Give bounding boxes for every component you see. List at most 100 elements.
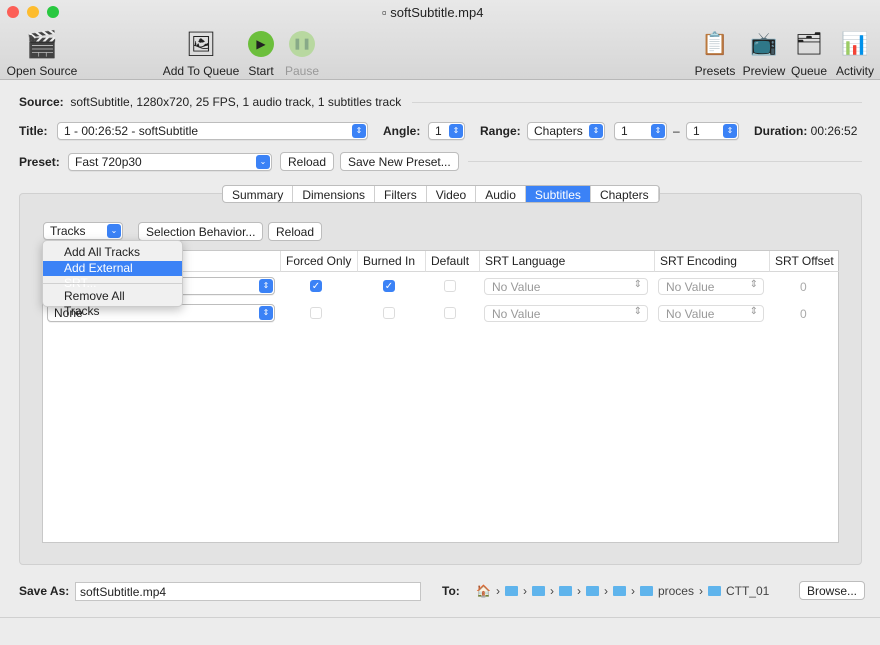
duration-label: Duration: (754, 124, 808, 138)
menu-item-add-external-srt[interactable]: Add External SRT... (43, 261, 182, 290)
pause-button[interactable]: ❚❚ Pause (284, 28, 320, 78)
title-value: 1 - 00:26:52 - softSubtitle (64, 124, 199, 138)
default-checkbox[interactable] (444, 280, 456, 292)
pause-icon: ❚❚ (284, 28, 320, 60)
title-select[interactable]: 1 - 00:26:52 - softSubtitle ⇕ (57, 122, 368, 140)
tab-summary[interactable]: Summary (223, 186, 294, 202)
menu-item-add-all-tracks[interactable]: Add All Tracks (43, 245, 182, 260)
menu-item-remove-all-tracks[interactable]: Remove All Tracks (43, 289, 182, 318)
label: Open Source (6, 64, 78, 78)
selection-behavior-button[interactable]: Selection Behavior... (138, 222, 264, 241)
stepper-icon: ⇕ (259, 279, 273, 293)
tab-bar: Summary Dimensions Filters Video Audio Subtit… (222, 185, 660, 203)
stepper-icon: ⇕ (723, 124, 737, 138)
label: Add To Queue (162, 64, 240, 78)
label: Start (248, 64, 274, 78)
label: Queue (790, 64, 828, 78)
folder-icon (639, 586, 653, 596)
tab-video[interactable]: Video (427, 186, 477, 202)
srt-language-select[interactable]: No Value ⇕ (484, 278, 648, 295)
column-header-forced: Forced Only (280, 251, 357, 272)
range-value: Chapters (534, 124, 583, 138)
status-bar (0, 617, 880, 618)
zoom-button[interactable] (47, 6, 59, 18)
queue-button[interactable]: 🗂 Queue (790, 28, 828, 78)
angle-select[interactable]: 1 ⇕ (428, 122, 465, 140)
angle-label: Angle: (383, 124, 421, 138)
minimize-button[interactable] (27, 6, 39, 18)
subtitles-reload-button[interactable]: Reload (268, 222, 323, 241)
srt-language-select[interactable]: No Value ⇕ (484, 305, 648, 322)
srt-encoding-value: No Value (666, 280, 715, 294)
folder-icon (707, 586, 721, 596)
tab-filters[interactable]: Filters (375, 186, 427, 202)
srt-encoding-select[interactable]: No Value ⇕ (658, 278, 764, 295)
chevron-down-icon: ⌄ (256, 155, 270, 169)
column-header-default: Default (425, 251, 479, 272)
srt-offset-value[interactable]: 0 (800, 280, 807, 294)
stepper-icon: ⇕ (449, 124, 463, 138)
tracks-dropdown-menu: Add All Tracks Add External SRT... Remov… (42, 240, 183, 318)
range-to-select[interactable]: 1 ⇕ (686, 122, 739, 140)
label: Preview (742, 64, 786, 78)
burned-in-checkbox[interactable]: ✓ (383, 280, 395, 292)
preview-icon: 📺 (750, 31, 778, 56)
window-title: ▫ softSubtitle.mp4 (382, 5, 483, 20)
range-label: Range: (480, 124, 521, 138)
preset-reload-button[interactable]: Reload (280, 152, 335, 171)
srt-offset-value[interactable]: 0 (800, 307, 807, 321)
divider (468, 161, 862, 162)
home-icon: 🏠 (476, 584, 491, 598)
presets-button[interactable]: 📋 Presets (694, 28, 736, 78)
add-to-queue-button[interactable]: 🖼 Add To Queue (162, 28, 240, 79)
range-select[interactable]: Chapters ⇕ (527, 122, 605, 140)
stepper-icon: ⇕ (749, 279, 758, 290)
save-new-preset-button[interactable]: Save New Preset... (340, 152, 459, 171)
source-label: Source: (19, 95, 64, 109)
browse-button[interactable]: Browse... (799, 581, 866, 600)
play-icon: ▶ (244, 28, 278, 60)
open-source-button[interactable]: 🎬 Open Source (6, 28, 78, 79)
title-label: Title: (19, 124, 48, 138)
range-from-select[interactable]: 1 ⇕ (614, 122, 667, 140)
stepper-icon: ⇕ (589, 124, 603, 138)
tracks-menu-button[interactable]: Tracks ⌄ (43, 222, 123, 240)
stepper-icon: ⇕ (633, 306, 642, 317)
srt-language-value: No Value (492, 307, 541, 321)
folder-icon (612, 586, 626, 596)
tab-dimensions[interactable]: Dimensions (293, 186, 376, 202)
source-info: Source: softSubtitle, 1280x720, 25 FPS, … (19, 95, 401, 109)
save-as-input[interactable]: softSubtitle.mp4 (75, 582, 421, 601)
activity-button[interactable]: 📊 Activity (833, 28, 877, 78)
burned-in-checkbox[interactable] (383, 307, 395, 319)
destination-label: To: (442, 584, 460, 598)
clapperboard-icon: 🎬 (25, 28, 59, 59)
close-button[interactable] (7, 6, 19, 18)
preset-select[interactable]: Fast 720p30 ⌄ (68, 153, 272, 171)
column-header-burned: Burned In (357, 251, 425, 272)
column-header-srt-language: SRT Language (479, 251, 654, 272)
forced-only-checkbox[interactable]: ✓ (310, 280, 322, 292)
from-value: 1 (621, 124, 628, 138)
preview-button[interactable]: 📺 Preview (742, 28, 786, 78)
forced-only-checkbox[interactable] (310, 307, 322, 319)
to-value: 1 (693, 124, 700, 138)
stepper-icon: ⇕ (259, 306, 273, 320)
presets-icon: 📋 (701, 31, 729, 56)
srt-encoding-select[interactable]: No Value ⇕ (658, 305, 764, 322)
tab-chapters[interactable]: Chapters (591, 186, 659, 202)
path-segment: CTT_01 (725, 584, 770, 598)
destination-path[interactable]: 🏠 › › › › › › proces › CTT_01 (476, 584, 769, 598)
label: Pause (284, 64, 320, 78)
tab-subtitles[interactable]: Subtitles (525, 186, 591, 202)
start-button[interactable]: ▶ Start (244, 28, 278, 78)
queue-icon: 🗂 (795, 31, 823, 56)
stepper-icon: ⇕ (749, 306, 758, 317)
stepper-icon: ⇕ (633, 279, 642, 290)
divider (412, 102, 862, 103)
range-dash: – (673, 124, 680, 138)
tab-audio[interactable]: Audio (476, 186, 526, 202)
chevron-down-icon: ⌄ (107, 224, 121, 238)
default-checkbox[interactable] (444, 307, 456, 319)
folder-icon (558, 586, 572, 596)
